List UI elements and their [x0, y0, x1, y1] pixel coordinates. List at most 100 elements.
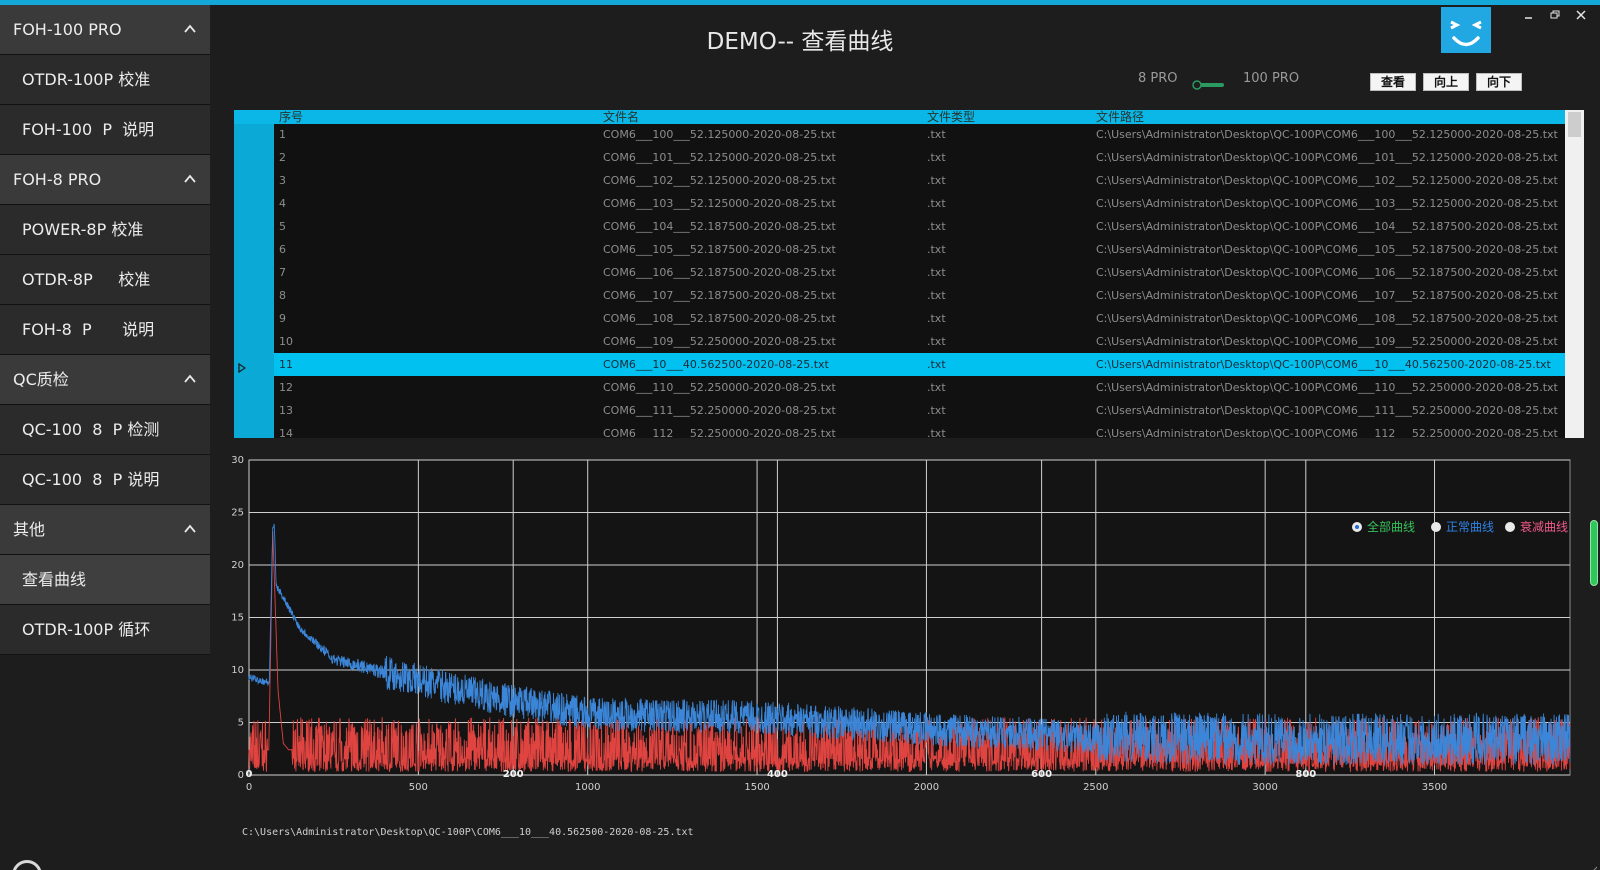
table-row[interactable]: 8 COM6___107___52.187500-2020-08-25.txt .t… [274, 284, 1565, 307]
sidebar-item-5[interactable]: OTDR-8P 校准 [0, 255, 210, 305]
close-icon[interactable] [1574, 8, 1588, 22]
cell-filepath: C:\Users\Administrator\Desktop\QC-100P\C… [1096, 335, 1558, 348]
cell-filepath: C:\Users\Administrator\Desktop\QC-100P\C… [1096, 404, 1558, 417]
sidebar-group-3[interactable]: FOH-8 PRO [0, 155, 210, 205]
sidebar-item-2[interactable]: FOH-100 P 说明 [0, 105, 210, 155]
cell-filename: COM6___108___52.187500-2020-08-25.txt [603, 312, 836, 325]
sidebar-group-10[interactable]: 其他 [0, 505, 210, 555]
cell-filetype: .txt [927, 381, 946, 394]
radio-fail-curves[interactable] [1505, 522, 1515, 532]
chevron-up-icon[interactable] [184, 373, 196, 385]
cell-index: 7 [279, 266, 286, 279]
column-header-filepath[interactable]: 文件路径 [1096, 110, 1144, 124]
table-row[interactable]: 2 COM6___101___52.125000-2020-08-25.txt .t… [274, 146, 1565, 169]
y-tick-label: 0 [238, 770, 244, 781]
table-row[interactable]: 14 COM6___112___52.250000-2020-08-25.txt.… [274, 422, 1565, 438]
column-header-index[interactable]: 序号 [279, 110, 303, 124]
model-toggle-switch[interactable] [1192, 75, 1226, 90]
y-tick-label: 5 [238, 718, 244, 729]
cell-index: 10 [279, 335, 293, 348]
cell-index: 14 [279, 427, 293, 438]
y-tick-label: 15 [231, 613, 244, 624]
table-row[interactable]: 9 COM6___108___52.187500-2020-08-25.txt .t… [274, 307, 1565, 330]
x2-tick-label: 600 [1031, 769, 1052, 780]
cell-filetype: .txt [927, 197, 946, 210]
column-header-filetype[interactable]: 文件类型 [927, 110, 975, 124]
chevron-up-icon[interactable] [184, 173, 196, 185]
page-title: DEMO-- 查看曲线 [706, 29, 894, 55]
sidebar-label: OTDR-100P 循环 [22, 620, 151, 639]
sidebar: FOH-100 PRO OTDR-100P 校准 FOH-100 P 说明 FOH-8… [0, 5, 210, 655]
cell-index: 2 [279, 151, 286, 164]
table-row[interactable]: 1 COM6___100___52.125000-2020-08-25.txt .t… [274, 123, 1565, 146]
cell-index: 12 [279, 381, 293, 394]
status-circle-icon [12, 860, 42, 870]
radio-all-curves[interactable] [1352, 522, 1362, 532]
x2-tick-label: 400 [767, 769, 788, 780]
cell-index: 11 [279, 358, 293, 371]
down-button[interactable]: 向下 [1476, 73, 1522, 91]
table-row[interactable]: 3 COM6___102___52.125000-2020-08-25.txt .t… [274, 169, 1565, 192]
scrollbar-thumb[interactable] [1568, 112, 1581, 137]
table-row[interactable]: 4 COM6___103___52.125000-2020-08-25.txt .t… [274, 192, 1565, 215]
up-button[interactable]: 向上 [1423, 73, 1469, 91]
table-row[interactable]: 11 COM6___10___40.562500-2020-08-25.txt .t… [274, 353, 1565, 376]
cell-filename: COM6___111___52.250000-2020-08-25.txt [603, 404, 836, 417]
cell-filepath: C:\Users\Administrator\Desktop\QC-100P\C… [1096, 243, 1558, 256]
legend-fail-curves[interactable]: 衰减曲线 [1505, 519, 1568, 535]
sidebar-item-6[interactable]: FOH-8 P 说明 [0, 305, 210, 355]
sidebar-item-9[interactable]: QC-100 8 P 说明 [0, 455, 210, 505]
table-row[interactable]: 7 COM6___106___52.187500-2020-08-25.txt .t… [274, 261, 1565, 284]
table-header: 序号 文件名 文件类型 文件路径 [234, 110, 1565, 124]
cell-filetype: .txt [927, 266, 946, 279]
chevron-up-icon[interactable] [184, 523, 196, 535]
x-tick-label: 2500 [1083, 782, 1108, 793]
x-tick-label: 500 [409, 782, 428, 793]
cell-filename: COM6___104___52.187500-2020-08-25.txt [603, 220, 836, 233]
cell-filename: COM6___101___52.125000-2020-08-25.txt [603, 151, 836, 164]
sidebar-item-12[interactable]: OTDR-100P 循环 [0, 605, 210, 655]
y-tick-label: 20 [231, 560, 244, 571]
cell-index: 3 [279, 174, 286, 187]
current-file-path: C:\Users\Administrator\Desktop\QC-100P\C… [242, 827, 694, 838]
cell-filetype: .txt [927, 174, 946, 187]
table-row[interactable]: 10 COM6___109___52.250000-2020-08-25.txt.… [274, 330, 1565, 353]
y-tick-label: 10 [231, 665, 244, 676]
cell-filepath: C:\Users\Administrator\Desktop\QC-100P\C… [1096, 266, 1558, 279]
cell-filename: COM6___100___52.125000-2020-08-25.txt [603, 128, 836, 141]
table-vertical-scrollbar[interactable] [1565, 110, 1584, 438]
sidebar-item-8[interactable]: QC-100 8 P 检测 [0, 405, 210, 455]
minimize-icon[interactable] [1522, 8, 1536, 22]
cell-filename: COM6___109___52.250000-2020-08-25.txt [603, 335, 836, 348]
cell-filename: COM6___10___40.562500-2020-08-25.txt [603, 358, 829, 371]
cell-index: 6 [279, 243, 286, 256]
cell-filename: COM6___102___52.125000-2020-08-25.txt [603, 174, 836, 187]
app-window: FOH-100 PRO OTDR-100P 校准 FOH-100 P 说明 FOH-8… [0, 0, 1600, 870]
column-header-filename[interactable]: 文件名 [603, 110, 639, 124]
sidebar-item-11[interactable]: 查看曲线 [0, 555, 210, 605]
legend-normal-label: 正常曲线 [1446, 520, 1495, 534]
table-row[interactable]: 5 COM6___104___52.187500-2020-08-25.txt .t… [274, 215, 1565, 238]
cell-filetype: .txt [927, 427, 946, 438]
cell-filename: COM6___103___52.125000-2020-08-25.txt [603, 197, 836, 210]
top-accent-bar [0, 0, 1600, 5]
sidebar-item-4[interactable]: POWER-8P 校准 [0, 205, 210, 255]
sidebar-group-7[interactable]: QC质检 [0, 355, 210, 405]
row-header-column [234, 110, 274, 438]
radio-normal-curves[interactable] [1431, 522, 1441, 532]
sidebar-item-1[interactable]: OTDR-100P 校准 [0, 55, 210, 105]
table-row[interactable]: 12 COM6___110___52.250000-2020-08-25.txt.… [274, 376, 1565, 399]
cell-filename: COM6___106___52.187500-2020-08-25.txt [603, 266, 836, 279]
cell-filepath: C:\Users\Administrator\Desktop\QC-100P\C… [1096, 312, 1558, 325]
resize-grip-icon[interactable] [1589, 859, 1598, 870]
table-row[interactable]: 6 COM6___105___52.187500-2020-08-25.txt .t… [274, 238, 1565, 261]
restore-icon[interactable] [1548, 8, 1562, 22]
legend-normal-curves[interactable]: 正常曲线 [1431, 519, 1494, 535]
cell-filepath: C:\Users\Administrator\Desktop\QC-100P\C… [1096, 197, 1558, 210]
table-row[interactable]: 13 COM6___111___52.250000-2020-08-25.txt.… [274, 399, 1565, 422]
sidebar-label: QC质检 [13, 370, 69, 389]
x-tick-label: 1000 [575, 782, 600, 793]
x-tick-label: 3000 [1252, 782, 1277, 793]
legend-all-curves[interactable]: 全部曲线 [1352, 519, 1415, 535]
view-button[interactable]: 查看 [1370, 73, 1416, 91]
